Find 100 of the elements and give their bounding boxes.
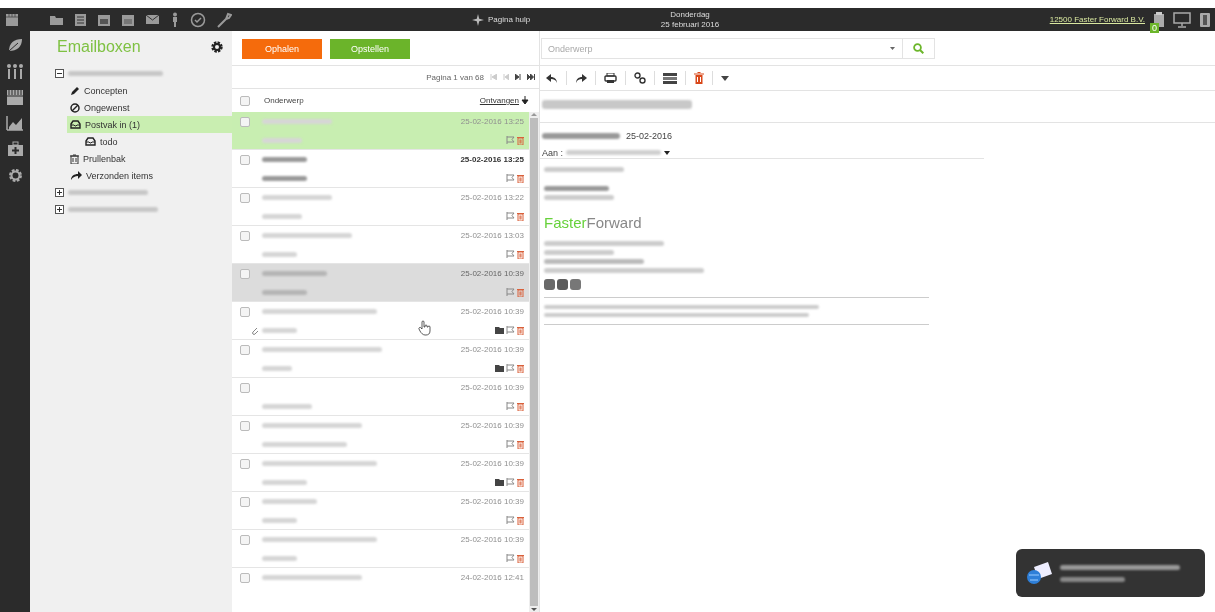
monitor-icon[interactable] xyxy=(1173,11,1191,28)
compose-button[interactable]: Opstellen xyxy=(330,39,410,59)
checkbox[interactable] xyxy=(240,154,250,165)
message-row[interactable]: 25-02-2016 13:25 xyxy=(232,112,529,150)
calendar-icon[interactable] xyxy=(121,12,135,27)
folder-item[interactable]: Ongewenst xyxy=(67,99,232,116)
checklist-icon[interactable] xyxy=(74,12,87,27)
scroll-down-icon[interactable] xyxy=(531,608,537,612)
person-icon[interactable] xyxy=(170,12,180,27)
blurred-text xyxy=(262,480,307,485)
checkbox[interactable] xyxy=(240,116,250,127)
flag-icon[interactable] xyxy=(506,402,515,410)
trash-icon[interactable] xyxy=(517,478,524,487)
chart-icon[interactable] xyxy=(6,115,24,131)
folder-icon[interactable] xyxy=(495,364,504,372)
building-icon[interactable] xyxy=(6,89,24,105)
checkbox[interactable] xyxy=(240,268,250,279)
link-icon[interactable] xyxy=(634,72,646,84)
trash-icon[interactable] xyxy=(517,554,524,563)
flag-icon[interactable] xyxy=(506,174,515,182)
reply-icon[interactable] xyxy=(546,73,558,83)
flag-icon[interactable] xyxy=(506,136,515,144)
flag-icon[interactable] xyxy=(506,554,515,562)
print-icon[interactable] xyxy=(604,72,617,84)
message-row[interactable]: 25-02-2016 10:39 xyxy=(232,454,529,492)
checkbox[interactable] xyxy=(240,344,250,355)
social-icon[interactable] xyxy=(544,279,555,290)
first-aid-icon[interactable] xyxy=(6,141,24,157)
folder-item[interactable]: Prullenbak xyxy=(67,150,232,167)
caret-icon[interactable] xyxy=(664,150,670,155)
notification-toast[interactable] xyxy=(1016,549,1205,597)
calendar-icon[interactable] xyxy=(97,12,111,27)
checkbox[interactable] xyxy=(240,382,250,393)
trash-icon[interactable] xyxy=(517,516,524,525)
message-row[interactable]: 24-02-2016 12:41 xyxy=(232,568,529,591)
message-row[interactable]: 25-02-2016 13:25 xyxy=(232,150,529,188)
list-icon[interactable] xyxy=(663,72,677,84)
toggle-icon[interactable] xyxy=(55,188,64,197)
message-row[interactable]: 25-02-2016 10:39 xyxy=(232,340,529,378)
company-link[interactable]: 12500 Faster Forward B.V. xyxy=(1049,15,1145,24)
checkbox[interactable] xyxy=(240,534,250,545)
help-link[interactable]: Pagina hulp xyxy=(488,15,531,24)
flag-icon[interactable] xyxy=(506,212,515,220)
trash-icon[interactable] xyxy=(517,364,524,373)
flag-icon[interactable] xyxy=(506,288,515,296)
settings-icon[interactable] xyxy=(6,167,24,184)
fetch-button[interactable]: Ophalen xyxy=(242,39,322,59)
folder-item[interactable]: Concepten xyxy=(67,82,232,99)
message-row[interactable]: 25-02-2016 10:39 xyxy=(232,416,529,454)
toggle-icon[interactable] xyxy=(55,205,64,214)
folder-icon[interactable] xyxy=(495,478,504,486)
trash-icon[interactable] xyxy=(517,136,524,145)
next-page-icon[interactable] xyxy=(515,74,521,80)
scrollbar-thumb[interactable] xyxy=(530,118,538,606)
trash-icon[interactable] xyxy=(517,212,524,221)
sort-link[interactable]: Ontvangen xyxy=(479,96,529,105)
checkbox[interactable] xyxy=(240,458,250,469)
toggle-icon[interactable] xyxy=(55,69,64,78)
trash-icon[interactable] xyxy=(517,440,524,449)
checkbox[interactable] xyxy=(240,306,250,317)
trash-icon[interactable] xyxy=(517,402,524,411)
caret-icon[interactable] xyxy=(721,75,729,81)
message-row[interactable]: 25-02-2016 13:22 xyxy=(232,188,529,226)
envelope-icon[interactable] xyxy=(145,14,160,25)
forward-icon[interactable] xyxy=(575,73,587,83)
folder-item[interactable]: Verzonden items xyxy=(67,167,232,184)
people-icon[interactable] xyxy=(6,63,24,79)
folder-icon[interactable] xyxy=(49,13,64,26)
flag-icon[interactable] xyxy=(506,516,515,524)
last-page-icon[interactable] xyxy=(527,74,535,80)
checkbox[interactable] xyxy=(240,420,250,431)
leaf-icon[interactable] xyxy=(7,37,23,53)
flag-icon[interactable] xyxy=(506,250,515,258)
trash-icon[interactable] xyxy=(517,288,524,297)
scroll-up-icon[interactable] xyxy=(531,112,537,116)
search-button[interactable] xyxy=(903,38,935,59)
message-row[interactable]: 25-02-2016 10:39 xyxy=(232,530,529,568)
checkbox[interactable] xyxy=(240,95,250,106)
folder-icon[interactable] xyxy=(495,326,504,334)
message-row[interactable]: 25-02-2016 10:39 xyxy=(232,378,529,416)
message-row[interactable]: 25-02-2016 10:39 xyxy=(232,492,529,530)
search-field[interactable]: Onderwerp xyxy=(541,38,903,59)
flag-icon[interactable] xyxy=(506,440,515,448)
settings-icon[interactable] xyxy=(210,40,224,54)
trash-icon[interactable] xyxy=(517,326,524,335)
checkbox[interactable] xyxy=(240,572,250,583)
wrench-icon[interactable] xyxy=(216,11,232,28)
trash-icon[interactable] xyxy=(517,250,524,259)
social-icon[interactable] xyxy=(557,279,568,290)
social-icon[interactable] xyxy=(570,279,581,290)
message-row[interactable]: 25-02-2016 10:39 xyxy=(232,264,529,302)
clock-check-icon[interactable] xyxy=(190,11,206,28)
folder-item[interactable]: Postvak in (1) xyxy=(67,116,232,133)
checkbox[interactable] xyxy=(240,192,250,203)
folder-item[interactable]: todo xyxy=(82,133,232,150)
checkbox[interactable] xyxy=(240,496,250,507)
phone-icon[interactable] xyxy=(1199,11,1211,28)
checkbox[interactable] xyxy=(240,230,250,241)
trash-icon[interactable] xyxy=(694,72,704,84)
trash-icon[interactable] xyxy=(517,174,524,183)
